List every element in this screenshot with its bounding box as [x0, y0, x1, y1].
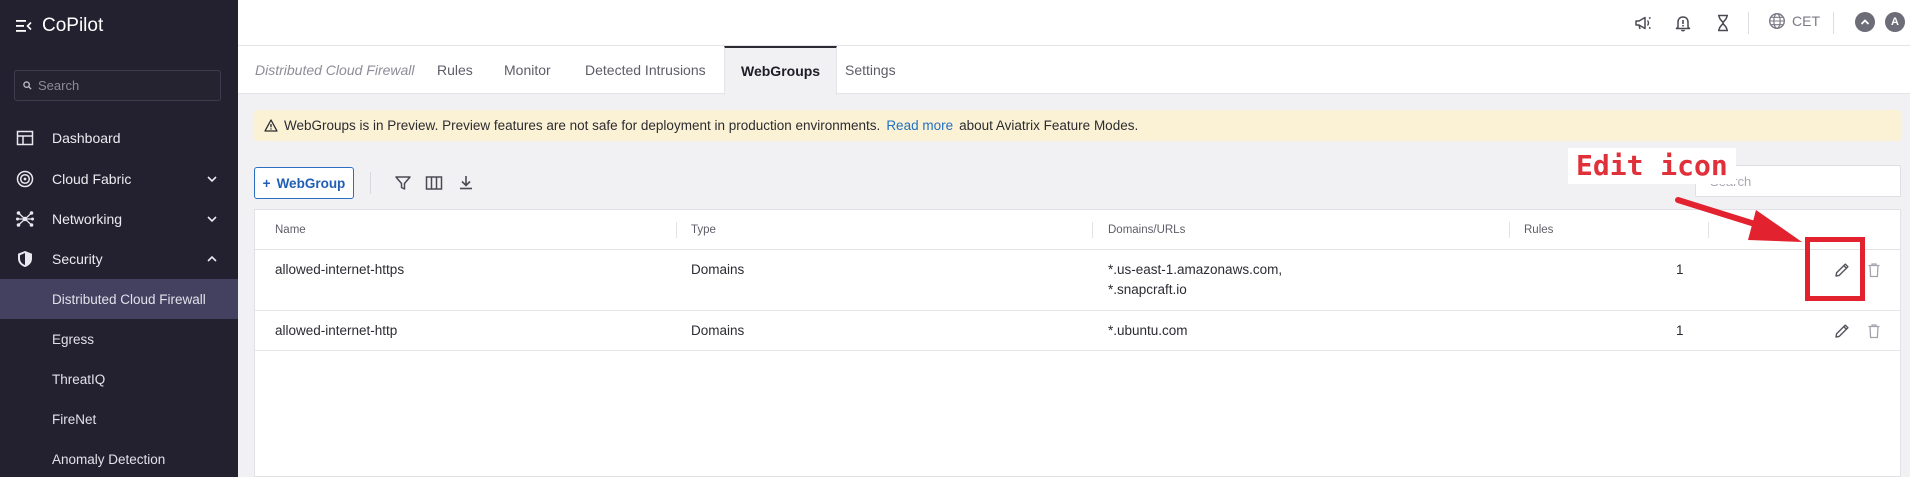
user-avatar[interactable]: A — [1885, 12, 1905, 32]
column-header-type[interactable]: Type — [691, 210, 716, 250]
sidebar-item-firenet[interactable]: FireNet — [0, 399, 238, 439]
row-name: allowed-internet-http — [275, 323, 398, 338]
filter-icon[interactable] — [393, 173, 413, 193]
column-divider — [1509, 222, 1510, 238]
sidebar-item-networking[interactable]: Networking — [0, 199, 238, 239]
shield-icon — [18, 251, 32, 267]
table-row[interactable]: allowed-internet-https Domains *.us-east… — [255, 250, 1900, 311]
table-header: Name Type Domains/URLs Rules — [255, 210, 1900, 250]
sidebar-item-cloud-fabric[interactable]: Cloud Fabric — [0, 159, 238, 199]
hourglass-icon[interactable] — [1713, 13, 1733, 33]
add-webgroup-button[interactable]: + WebGroup — [254, 167, 354, 199]
row-domains-line1: *.ubuntu.com — [1108, 323, 1188, 338]
plus-icon: + — [262, 175, 271, 191]
top-bar: CET A — [238, 0, 1910, 46]
delete-icon[interactable] — [1865, 261, 1883, 279]
column-header-rules[interactable]: Rules — [1524, 210, 1553, 250]
collapse-menu-icon[interactable] — [16, 19, 32, 33]
sidebar-search[interactable] — [14, 70, 221, 101]
timezone-selector[interactable]: CET — [1768, 12, 1820, 30]
app-title: CoPilot — [42, 15, 104, 36]
sidebar-item-egress[interactable]: Egress — [0, 319, 238, 359]
edit-icon[interactable] — [1833, 322, 1851, 340]
chevron-up-icon — [1860, 19, 1870, 25]
megaphone-icon[interactable] — [1633, 13, 1653, 33]
preview-banner: WebGroups is in Preview. Preview feature… — [254, 110, 1901, 141]
chevron-up-icon — [207, 255, 217, 262]
networking-icon — [16, 211, 34, 227]
status-indicator[interactable] — [1855, 12, 1875, 32]
delete-icon[interactable] — [1865, 322, 1883, 340]
chevron-down-icon — [207, 216, 217, 223]
sidebar-item-security[interactable]: Security — [0, 239, 238, 279]
sidebar-item-label: Dashboard — [52, 130, 121, 146]
warning-icon — [264, 119, 278, 132]
tab-bar: Distributed Cloud Firewall Rules Monitor… — [238, 46, 1910, 95]
webgroups-table: Name Type Domains/URLs Rules allowed-int… — [254, 209, 1901, 477]
sidebar-item-dashboard[interactable]: Dashboard — [0, 118, 238, 158]
search-icon — [23, 81, 32, 90]
divider — [370, 172, 371, 194]
divider — [1748, 12, 1749, 34]
row-name: allowed-internet-https — [275, 262, 405, 277]
column-header-domains[interactable]: Domains/URLs — [1108, 210, 1185, 250]
tab-webgroups[interactable]: WebGroups — [724, 46, 838, 95]
chevron-down-icon — [207, 176, 217, 183]
sidebar-item-label: Networking — [52, 211, 123, 227]
table-row[interactable]: allowed-internet-http Domains *.ubuntu.c… — [255, 311, 1900, 351]
download-icon[interactable] — [456, 173, 476, 193]
row-type: Domains — [691, 262, 745, 277]
row-type: Domains — [691, 323, 745, 338]
columns-icon[interactable] — [424, 173, 444, 193]
add-webgroup-label: WebGroup — [276, 175, 346, 191]
annotation-arrow-icon — [1675, 197, 1802, 242]
annotation-label: Edit icon — [1568, 148, 1736, 184]
globe-icon — [1768, 12, 1786, 30]
banner-text-after: about Aviatrix Feature Modes. — [959, 118, 1139, 133]
cloud-fabric-icon — [16, 170, 34, 188]
annotation-highlight-box — [1805, 237, 1865, 301]
row-domains-line1: *.us-east-1.amazonaws.com, — [1108, 262, 1283, 277]
tab-detected-intrusions[interactable]: Detected Intrusions — [585, 46, 706, 94]
dashboard-icon — [16, 130, 34, 146]
tab-context-label: Distributed Cloud Firewall — [255, 62, 415, 78]
tab-monitor[interactable]: Monitor — [504, 46, 551, 94]
tab-rules[interactable]: Rules — [437, 46, 473, 94]
timezone-label: CET — [1792, 13, 1820, 29]
banner-text: WebGroups is in Preview. Preview feature… — [284, 118, 881, 133]
bell-icon[interactable] — [1673, 13, 1693, 33]
divider — [1833, 12, 1834, 34]
sidebar: CoPilot Dashboard Cloud Fabric — [0, 0, 238, 477]
sidebar-item-threatiq[interactable]: ThreatIQ — [0, 359, 238, 399]
row-domains-line2: *.snapcraft.io — [1108, 282, 1187, 297]
sidebar-item-label: Security — [52, 251, 103, 267]
read-more-link[interactable]: Read more — [886, 118, 953, 133]
column-divider — [676, 222, 677, 238]
row-rules-count: 1 — [1676, 323, 1684, 338]
column-header-name[interactable]: Name — [275, 210, 306, 250]
tab-settings[interactable]: Settings — [845, 46, 896, 94]
brand: CoPilot — [16, 15, 103, 37]
sidebar-item-label: Cloud Fabric — [52, 171, 132, 187]
sidebar-item-distributed-cloud-firewall[interactable]: Distributed Cloud Firewall — [0, 279, 238, 319]
sidebar-search-input[interactable] — [38, 78, 208, 93]
sidebar-item-anomaly-detection[interactable]: Anomaly Detection — [0, 439, 238, 477]
row-rules-count: 1 — [1676, 262, 1684, 277]
column-divider — [1092, 222, 1093, 238]
